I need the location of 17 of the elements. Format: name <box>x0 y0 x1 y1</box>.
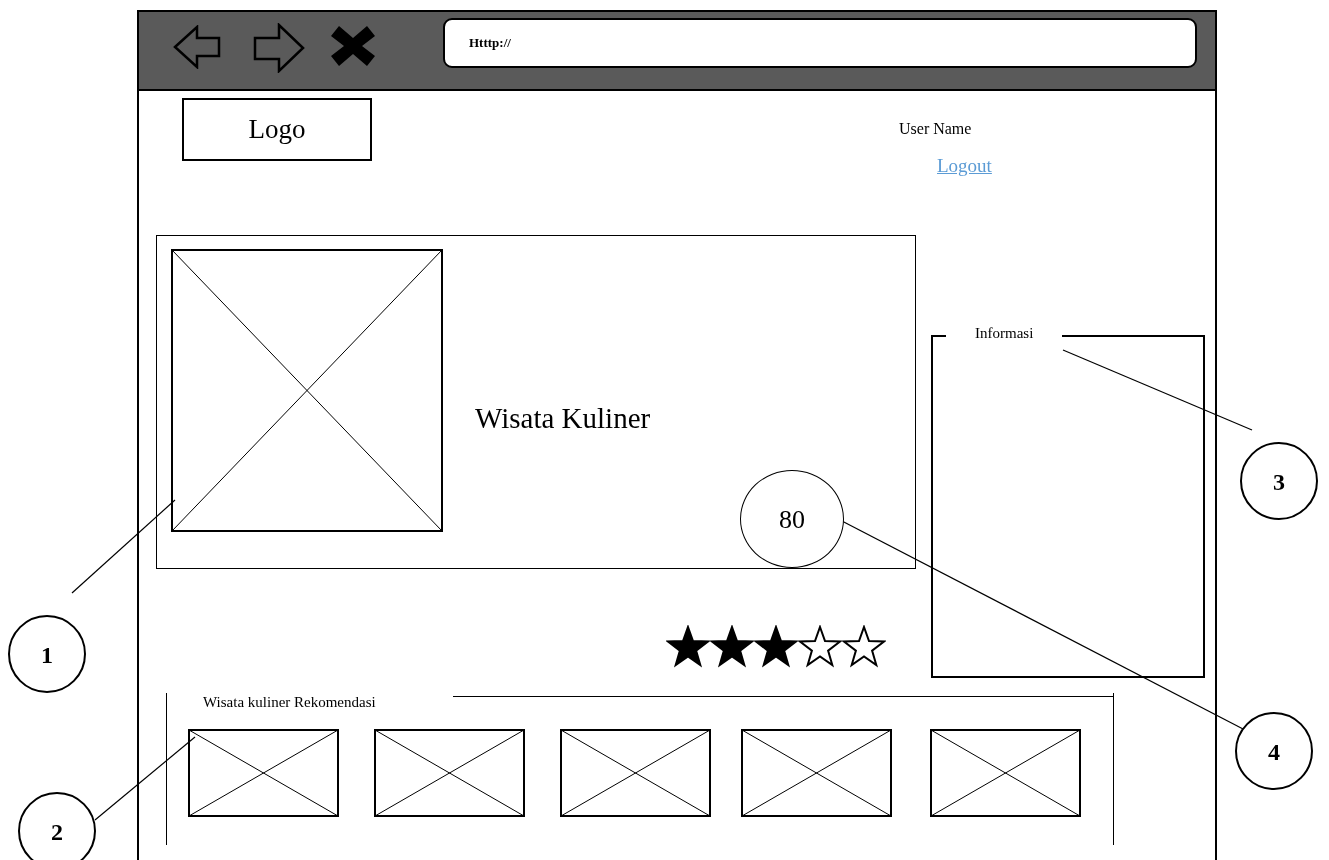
back-arrow-icon[interactable] <box>173 25 223 69</box>
close-icon[interactable] <box>331 26 375 66</box>
logo: Logo <box>182 98 372 161</box>
score-badge: 80 <box>740 470 844 568</box>
callout-number: 1 <box>8 615 86 693</box>
image-placeholder[interactable] <box>741 729 892 817</box>
callout-number: 4 <box>1235 712 1313 790</box>
callout-number: 3 <box>1240 442 1318 520</box>
address-field[interactable]: Htttp:// <box>443 18 1197 68</box>
image-placeholder[interactable] <box>374 729 525 817</box>
user-name: User Name <box>899 120 972 138</box>
image-placeholder[interactable] <box>188 729 339 817</box>
image-placeholder[interactable] <box>560 729 711 817</box>
callout-number: 2 <box>18 792 96 860</box>
image-placeholder[interactable] <box>930 729 1081 817</box>
forward-arrow-icon[interactable] <box>253 23 305 73</box>
featured-title: Wisata Kuliner <box>475 402 651 435</box>
